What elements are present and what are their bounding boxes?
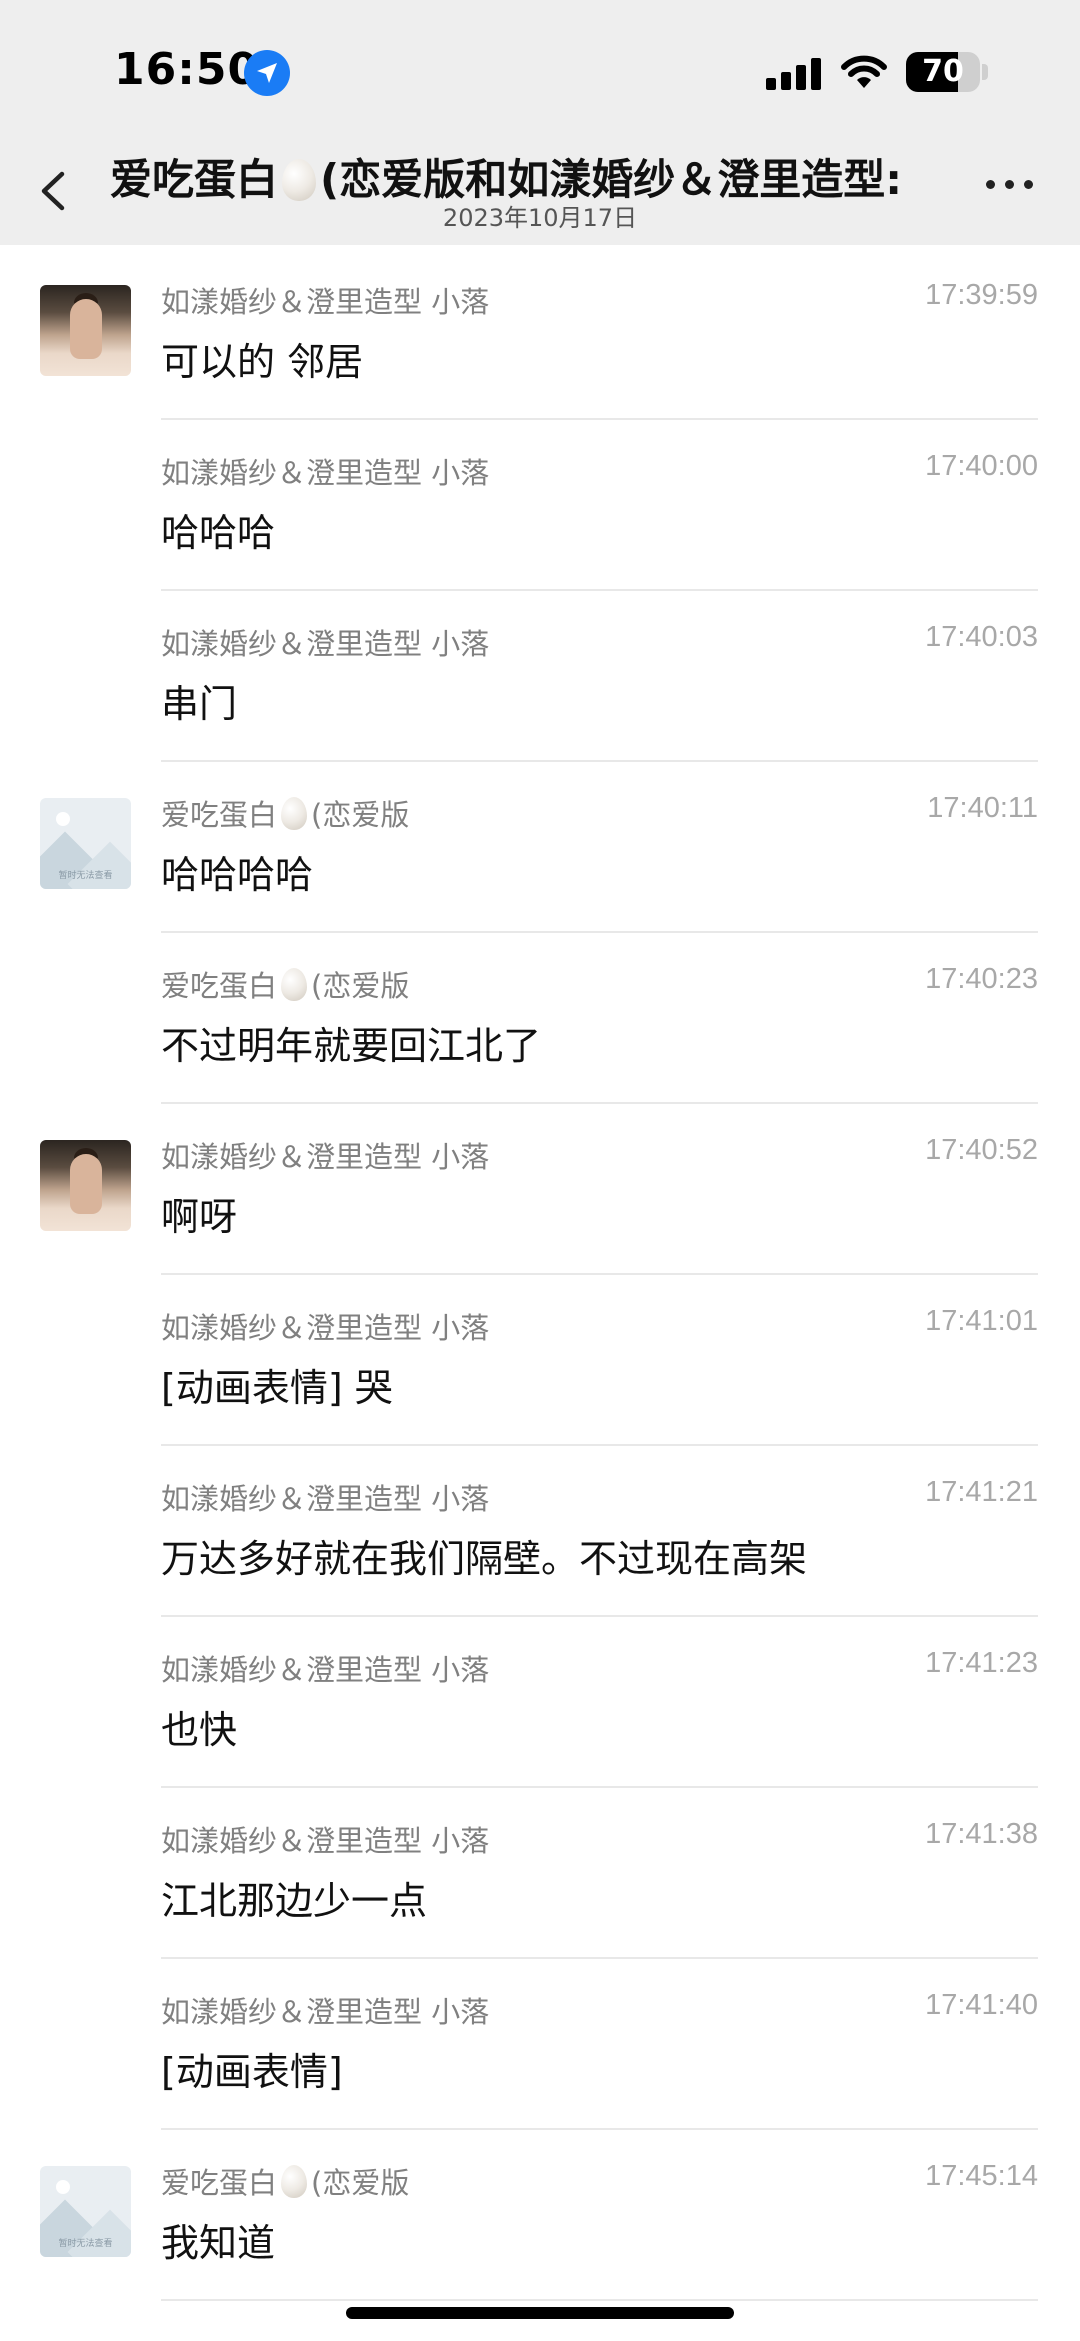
message-sender: 如漾婚纱＆澄里造型 小落 [161,456,490,490]
avatar[interactable] [40,285,131,376]
message-sender: 如漾婚纱＆澄里造型 小落 [161,1311,490,1345]
battery-icon: 70 [906,52,980,92]
message-time: 17:40:52 [925,1134,1038,1166]
sender-suffix: (恋爱版 [311,2166,410,2200]
message-time: 17:45:14 [925,2160,1038,2192]
message-row[interactable]: 如漾婚纱＆澄里造型 小落 17:40:00 哈哈哈 [0,420,1080,591]
message-time: 17:40:11 [927,792,1038,824]
navigation-header: 16:50 70 爱吃蛋白 (恋爱版和如漾婚纱＆澄里造型: 2023年10月17日 [0,0,1080,245]
avatar-placeholder-text: 暂时无法查看 [58,871,113,881]
message-text[interactable]: 我知道 [161,2212,275,2267]
message-text[interactable]: 也快 [161,1699,237,1754]
message-sender: 爱吃蛋白 (恋爱版 [161,2160,409,2202]
message-sender: 如漾婚纱＆澄里造型 小落 [161,1824,490,1858]
message-text[interactable]: 啊呀 [161,1186,237,1241]
divider [161,2299,1038,2301]
message-row[interactable]: 如漾婚纱＆澄里造型 小落 17:40:52 啊呀 [0,1104,1080,1275]
message-row[interactable]: 如漾婚纱＆澄里造型 小落 17:40:03 串门 [0,591,1080,762]
message-sender: 如漾婚纱＆澄里造型 小落 [161,1653,490,1687]
message-time: 17:39:59 [925,279,1038,311]
avatar[interactable]: 暂时无法查看 [40,798,131,889]
status-bar: 16:50 70 [0,0,1080,130]
message-text[interactable]: [动画表情] 哭 [161,1357,393,1412]
home-indicator [346,2307,734,2319]
sender-name: 爱吃蛋白 [161,969,278,1003]
message-time: 17:41:21 [925,1476,1038,1508]
more-dots-icon [986,180,995,189]
image-placeholder-icon [56,812,70,826]
egg-emoji-icon [281,797,308,830]
message-text[interactable]: 哈哈哈哈 [161,844,313,899]
message-time: 17:40:00 [925,450,1038,482]
sender-suffix: (恋爱版 [311,969,410,1003]
message-row[interactable]: 暂时无法查看 爱吃蛋白 (恋爱版 17:45:14 我知道 [0,2130,1080,2301]
message-time: 17:41:40 [925,1989,1038,2021]
more-dot [1005,180,1014,189]
message-sender: 爱吃蛋白 (恋爱版 [161,963,409,1005]
message-text[interactable]: 万达多好就在我们隔壁。不过现在高架 [161,1528,807,1583]
message-text[interactable]: 可以的 邻居 [161,331,363,386]
status-time: 16:50 [114,44,260,95]
message-time: 17:41:01 [925,1305,1038,1337]
avatar[interactable]: 暂时无法查看 [40,2166,131,2257]
message-sender: 爱吃蛋白 (恋爱版 [161,792,409,834]
message-text[interactable]: [动画表情] [161,2041,343,2096]
egg-emoji-icon [281,968,308,1001]
chat-title-name: 爱吃蛋白 [110,155,279,204]
message-sender: 如漾婚纱＆澄里造型 小落 [161,1995,490,2029]
message-sender: 如漾婚纱＆澄里造型 小落 [161,627,490,661]
battery-nub [982,64,988,80]
more-button[interactable] [980,170,1040,200]
message-row[interactable]: 如漾婚纱＆澄里造型 小落 17:41:38 江北那边少一点 [0,1788,1080,1959]
more-dot [1024,180,1033,189]
message-sender: 如漾婚纱＆澄里造型 小落 [161,1140,490,1174]
message-time: 17:40:23 [925,963,1038,995]
message-sender: 如漾婚纱＆澄里造型 小落 [161,1482,490,1516]
message-sender: 如漾婚纱＆澄里造型 小落 [161,285,490,319]
message-text[interactable]: 哈哈哈 [161,502,275,557]
message-row[interactable]: 如漾婚纱＆澄里造型 小落 17:41:23 也快 [0,1617,1080,1788]
message-row[interactable]: 如漾婚纱＆澄里造型 小落 17:41:01 [动画表情] 哭 [0,1275,1080,1446]
avatar-figure [70,1154,102,1214]
message-row[interactable]: 爱吃蛋白 (恋爱版 17:40:23 不过明年就要回江北了 [0,933,1080,1104]
message-row[interactable]: 如漾婚纱＆澄里造型 小落 17:41:40 [动画表情] [0,1959,1080,2130]
egg-emoji-icon [281,2165,308,2198]
message-time: 17:41:38 [925,1818,1038,1850]
battery-percent: 70 [922,54,964,89]
message-text[interactable]: 串门 [161,673,237,728]
chat-title-rest: (恋爱版和如漾婚纱＆澄里造型: [320,155,903,204]
location-arrow-icon [244,50,290,96]
avatar-placeholder-text: 暂时无法查看 [58,2239,113,2249]
message-row[interactable]: 如漾婚纱＆澄里造型 小落 17:39:59 可以的 邻居 [0,249,1080,420]
cellular-signal-icon [766,56,822,90]
message-time: 17:40:03 [925,621,1038,653]
wifi-icon [841,55,887,88]
message-row[interactable]: 暂时无法查看 爱吃蛋白 (恋爱版 17:40:11 哈哈哈哈 [0,762,1080,933]
message-text[interactable]: 不过明年就要回江北了 [161,1015,541,1070]
chat-date: 2023年10月17日 [442,204,638,232]
message-row[interactable]: 如漾婚纱＆澄里造型 小落 17:41:21 万达多好就在我们隔壁。不过现在高架 [0,1446,1080,1617]
message-time: 17:41:23 [925,1647,1038,1679]
sender-suffix: (恋爱版 [311,798,410,832]
avatar[interactable] [40,1140,131,1231]
sender-name: 爱吃蛋白 [161,2166,278,2200]
image-placeholder-icon [56,2180,70,2194]
avatar-figure [70,299,102,359]
egg-emoji-icon [282,159,317,201]
message-text[interactable]: 江北那边少一点 [161,1870,427,1925]
sender-name: 爱吃蛋白 [161,798,278,832]
